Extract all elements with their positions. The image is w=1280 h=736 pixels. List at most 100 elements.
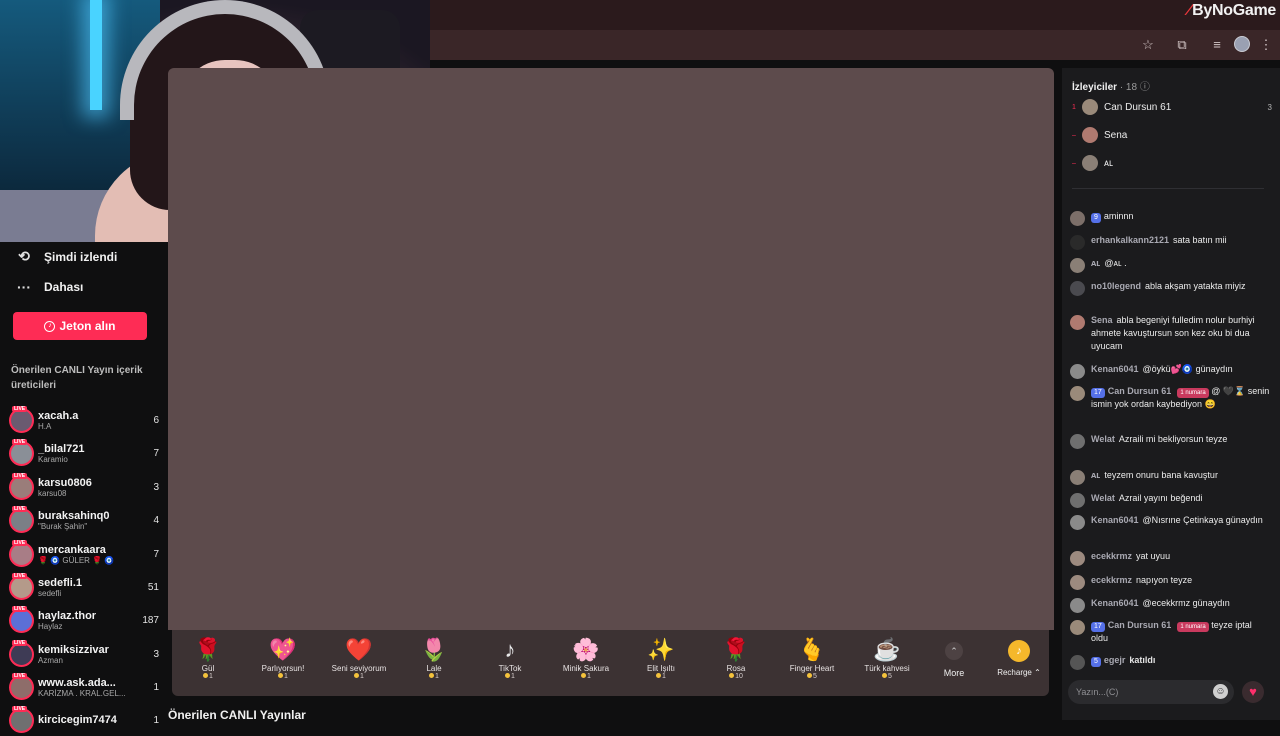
bookmark-star-icon[interactable]: ☆ bbox=[1139, 36, 1157, 54]
gift-price-value: 5 bbox=[888, 673, 892, 680]
coin-icon bbox=[429, 673, 435, 678]
gift-item[interactable]: 🌷 Lale 1 bbox=[399, 636, 469, 680]
chat-username[interactable]: ecekkrmz bbox=[1091, 575, 1132, 585]
chat-username[interactable]: Kenan6041 bbox=[1091, 364, 1139, 374]
extensions-icon[interactable]: ⧉ bbox=[1173, 36, 1191, 54]
chat-username[interactable]: Sena bbox=[1091, 315, 1113, 325]
message-body: ᴀʟ @ᴀʟ . bbox=[1091, 257, 1270, 270]
live-stream-video[interactable] bbox=[168, 68, 1054, 630]
message-text: Azrail yayını beğendi bbox=[1118, 493, 1203, 503]
chat-username[interactable]: Welat bbox=[1091, 434, 1115, 444]
chat-input[interactable] bbox=[1068, 680, 1234, 704]
gift-price-value: 1 bbox=[209, 673, 213, 680]
emoji-icon[interactable]: ☺ bbox=[1213, 684, 1228, 699]
creator-info: buraksahinq0 "Burak Şahin" bbox=[38, 510, 139, 531]
chat-username[interactable]: ᴀʟ bbox=[1091, 470, 1100, 480]
viewer-count: 4 bbox=[153, 514, 159, 526]
gift-price-value: 1 bbox=[511, 673, 515, 680]
chat-username[interactable]: Can Dursun 61 bbox=[1108, 620, 1172, 630]
gift-item[interactable]: 🫰 Finger Heart 5 bbox=[777, 636, 847, 680]
gift-item[interactable]: 🌹 Rosa 10 bbox=[701, 636, 771, 680]
gift-icon: 🫰 bbox=[798, 637, 826, 662]
profile-avatar[interactable] bbox=[1234, 36, 1250, 52]
creator-info: sedefli.1 sedefli bbox=[38, 577, 139, 598]
viewer-avatar bbox=[1082, 155, 1098, 171]
gift-price-value: 1 bbox=[284, 673, 288, 680]
chat-avatar[interactable] bbox=[1070, 493, 1085, 508]
creator-item[interactable]: LIVE sedefli.1 sedefli 51 bbox=[9, 571, 159, 603]
viewer-count: 51 bbox=[147, 581, 159, 593]
more-gifts-button[interactable]: ⌃ More bbox=[935, 638, 973, 678]
creator-item[interactable]: LIVE kircicegim7474 1 bbox=[9, 704, 159, 736]
gift-name: Parlıyorsun! bbox=[261, 664, 305, 673]
like-heart-button[interactable]: ♥ bbox=[1242, 681, 1264, 703]
chat-username[interactable]: no10legend bbox=[1091, 281, 1141, 291]
creator-item[interactable]: LIVE mercankaara 🌹 🧿 GÜLER 🌹 🧿 7 bbox=[9, 538, 159, 570]
chat-avatar[interactable] bbox=[1070, 575, 1085, 590]
chat-avatar[interactable] bbox=[1070, 470, 1085, 485]
chat-username[interactable]: ᴀʟ bbox=[1091, 258, 1100, 268]
gift-price: 5 bbox=[777, 673, 847, 680]
chat-avatar[interactable] bbox=[1070, 364, 1085, 379]
top-viewer-item[interactable]: – Sena bbox=[1072, 125, 1272, 145]
message-body: 9 aminnn bbox=[1091, 210, 1270, 223]
creator-name: haylaz.thor bbox=[38, 609, 97, 622]
chat-avatar[interactable] bbox=[1070, 598, 1085, 613]
chat-username[interactable]: Welat bbox=[1091, 493, 1115, 503]
creator-item[interactable]: LIVE xacah.a H.A 6 bbox=[9, 404, 159, 436]
coin-icon: ♪ bbox=[44, 320, 56, 332]
top-viewer-item[interactable]: 1 Can Dursun 61 3 bbox=[1072, 97, 1272, 117]
creator-item[interactable]: LIVE kemiksizzivar Azman 3 bbox=[9, 638, 159, 670]
chat-avatar[interactable] bbox=[1070, 434, 1085, 449]
chat-username[interactable]: Can Dursun 61 bbox=[1108, 386, 1172, 396]
creator-item[interactable]: LIVE haylaz.thor Haylaz 187 bbox=[9, 604, 159, 636]
viewers-header[interactable]: İzleyiciler · 18 ⓘ bbox=[1072, 78, 1150, 93]
history-link[interactable]: ⟲ Şimdi izlendi bbox=[16, 248, 117, 265]
chat-avatar[interactable] bbox=[1070, 551, 1085, 566]
message-body: Welat Azraili mi bekliyorsun teyze bbox=[1091, 433, 1270, 446]
gift-item[interactable]: ✨ Elit Işıltı 1 bbox=[626, 636, 696, 680]
message-body: no10legend abla akşam yatakta miyiz bbox=[1091, 280, 1270, 293]
gift-price: 1 bbox=[399, 673, 469, 680]
get-coins-button[interactable]: ♪ Jeton alın bbox=[13, 312, 147, 340]
top-viewer-item[interactable]: – ᴀʟ bbox=[1072, 153, 1272, 173]
viewers-title: İzleyiciler bbox=[1072, 82, 1118, 93]
gift-name: TikTok bbox=[498, 664, 522, 673]
chat-avatar[interactable] bbox=[1070, 235, 1085, 250]
chat-username[interactable]: Kenan6041 bbox=[1091, 598, 1139, 608]
message-body: 17 Can Dursun 61 1 numara teyze iptal oldu bbox=[1091, 619, 1270, 645]
gift-item[interactable]: ❤️ Seni seviyorum 1 bbox=[324, 636, 394, 680]
creator-item[interactable]: LIVE _bilal721 Karamio 7 bbox=[9, 437, 159, 469]
chat-username[interactable]: ecekkrmz bbox=[1091, 551, 1132, 561]
gift-item[interactable]: ☕ Türk kahvesi 5 bbox=[852, 636, 922, 680]
recharge-button[interactable]: ♪ Recharge ⌃ bbox=[992, 638, 1046, 677]
creator-item[interactable]: LIVE karsu0806 karsu08 3 bbox=[9, 471, 159, 503]
gift-item[interactable]: 💖 Parlıyorsun! 1 bbox=[248, 636, 318, 680]
chat-avatar[interactable] bbox=[1070, 620, 1085, 635]
message-text: napıyon teyze bbox=[1136, 575, 1193, 585]
chat-avatar[interactable] bbox=[1070, 211, 1085, 226]
chat-avatar[interactable] bbox=[1070, 515, 1085, 530]
gift-price: 1 bbox=[551, 673, 621, 680]
creator-item[interactable]: LIVE buraksahinq0 "Burak Şahin" 4 bbox=[9, 504, 159, 536]
message-text: sata batın mii bbox=[1173, 235, 1227, 245]
chat-username[interactable]: Kenan6041 bbox=[1091, 515, 1139, 525]
chat-avatar[interactable] bbox=[1070, 315, 1085, 330]
creator-item[interactable]: LIVE www.ask.ada... KARİZMA . KRAL.GEL... 1 bbox=[9, 671, 159, 703]
creator-subtitle: "Burak Şahin" bbox=[38, 521, 88, 531]
chat-avatar[interactable] bbox=[1070, 386, 1085, 401]
media-queue-icon[interactable]: ≡ bbox=[1208, 36, 1226, 54]
coin-icon bbox=[505, 673, 511, 678]
chat-avatar[interactable] bbox=[1070, 655, 1085, 670]
more-link[interactable]: ··· Dahası bbox=[16, 279, 83, 295]
creator-avatar: LIVE bbox=[9, 705, 34, 733]
chat-avatar[interactable] bbox=[1070, 258, 1085, 273]
gift-item[interactable]: 🌹 Gül 1 bbox=[173, 636, 243, 680]
creator-subtitle: 🌹 🧿 GÜLER 🌹 🧿 bbox=[38, 555, 115, 565]
kebab-menu-icon[interactable]: ⋮ bbox=[1257, 36, 1275, 54]
chat-avatar[interactable] bbox=[1070, 281, 1085, 296]
gift-item[interactable]: 🌸 Minik Sakura 1 bbox=[551, 636, 621, 680]
chat-username[interactable]: erhankalkann2121 bbox=[1091, 235, 1169, 245]
chat-username[interactable]: egejr bbox=[1104, 655, 1126, 665]
gift-item[interactable]: ♪ TikTok 1 bbox=[475, 636, 545, 680]
